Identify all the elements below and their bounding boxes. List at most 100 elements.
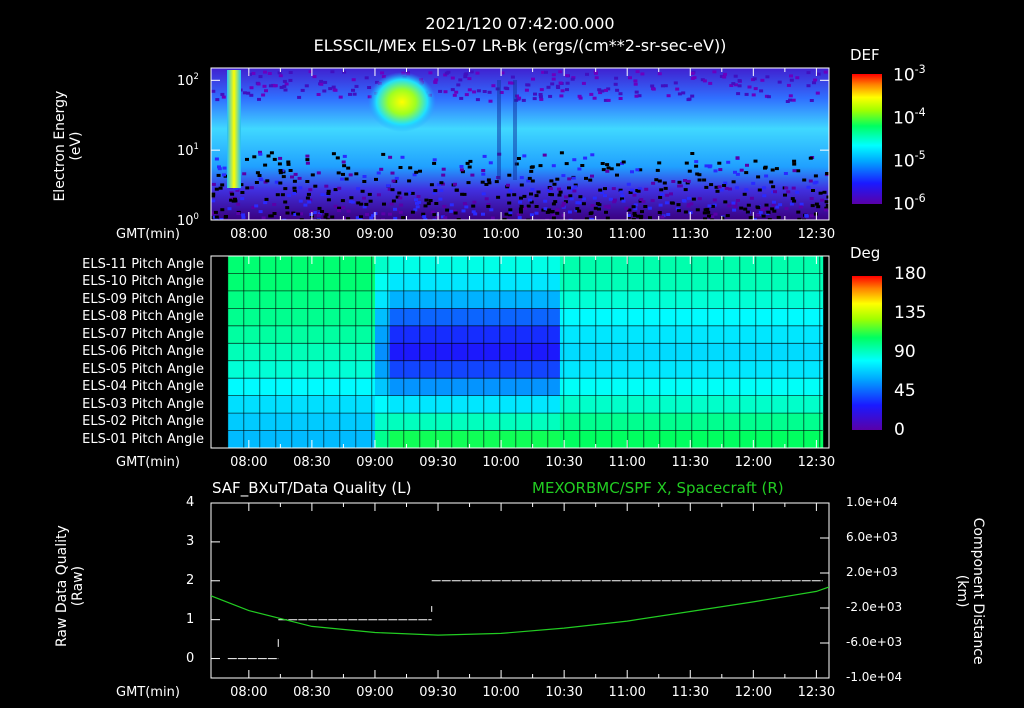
spectrogram-speckle [771, 185, 776, 189]
spectrogram-speckle [792, 162, 797, 166]
spectrogram-speckle [400, 155, 405, 159]
spectrogram-speckle [391, 179, 396, 183]
spectrogram-speckle [766, 95, 771, 99]
spectrogram-speckle [305, 158, 310, 162]
spectrogram-speckle [746, 203, 751, 207]
spectrogram-speckle [414, 198, 418, 202]
pitch-angle-cell [227, 378, 376, 397]
spectrogram-speckle [722, 184, 727, 187]
spectrogram-speckle [292, 186, 297, 190]
pitch-angle-row-label: ELS-06 Pitch Angle [82, 344, 204, 360]
spectrogram-speckle [278, 74, 283, 78]
spectrogram-speckle [336, 171, 341, 175]
spectrogram-speckle [388, 212, 392, 216]
spectrogram-speckle [432, 158, 437, 162]
spectrogram-speckle [616, 163, 621, 167]
gmt-axis-label: GMT(min) [116, 227, 180, 242]
spectrogram-speckle [362, 196, 366, 200]
spectrogram-speckle [704, 185, 709, 189]
spectrogram-speckle [717, 161, 722, 165]
spectrogram-speckle [360, 189, 365, 193]
spectrogram-speckle [397, 191, 402, 195]
spectrogram-speckle [278, 181, 283, 185]
spectrogram-speckle [288, 78, 293, 82]
spectrogram-speckle [481, 172, 486, 176]
spectrogram-speckle [618, 97, 623, 100]
spectrogram-speckle [660, 192, 665, 196]
spectrogram-speckle [322, 89, 327, 93]
spectrogram-speckle [304, 84, 309, 88]
spectrogram-speckle [218, 186, 223, 190]
spectrogram-speckle [815, 91, 820, 95]
spectrogram-speckle [211, 199, 216, 203]
spectrogram-speckle [687, 97, 692, 101]
spectrogram-speckle [297, 95, 302, 99]
spectrogram-speckle [603, 187, 607, 191]
spectrogram-speckle [608, 197, 613, 201]
spectrogram-speckle [795, 76, 800, 80]
spectrogram-speckle [695, 172, 700, 176]
spectrogram-speckle [211, 89, 216, 93]
spectrogram-speckle [766, 210, 771, 214]
def-colorbar-tick-label: 10-6 [893, 193, 926, 214]
spectrogram-speckle [452, 93, 457, 97]
spectrogram-speckle [533, 92, 537, 96]
spectrogram-speckle [519, 176, 524, 180]
spectrogram-speckle [312, 75, 317, 79]
spectrogram-speckle [809, 99, 814, 102]
spectrogram-speckle [630, 170, 634, 174]
spectrogram-speckle [703, 208, 708, 212]
spectrogram-speckle [683, 179, 687, 182]
spectrogram-speckle [593, 206, 598, 210]
spectrogram-speckle [655, 168, 660, 172]
spectrogram-speckle [666, 213, 671, 216]
spectrogram-speckle [731, 82, 736, 86]
spectrogram-speckle [582, 197, 586, 201]
spectrogram-speckle [735, 156, 740, 160]
spectrogram-speckle [549, 179, 554, 183]
spectrogram-speckle [809, 197, 814, 200]
pitch-angle-cell [227, 325, 376, 344]
spectrogram-speckle [638, 216, 643, 220]
spectrogram-speckle [211, 192, 216, 196]
spectrogram-speckle [589, 211, 594, 215]
spectrogram-speckle [743, 207, 748, 211]
data-quality-title: SAF_BXuT/Data Quality (L) [212, 479, 412, 497]
spectrogram-speckle [631, 205, 636, 209]
spectrogram-speckle [255, 171, 260, 175]
spectrogram-speckle [530, 188, 535, 191]
spectrogram-speckle [665, 193, 670, 197]
def-colorbar-tick-label-exponent: -3 [914, 63, 926, 76]
spectrogram-speckle [510, 75, 515, 79]
spectrogram-speckle [240, 191, 245, 194]
spectrogram-speckle [349, 196, 354, 200]
spectrogram-speckle [290, 175, 294, 179]
spectrogram-speckle [482, 154, 487, 158]
spectrogram-speckle [692, 76, 697, 80]
spectrogram-speckle [320, 210, 324, 213]
spectrogram-speckle [303, 203, 308, 207]
spectrogram-speckle [308, 188, 313, 192]
spectrogram-speckle [762, 194, 767, 198]
spectrogram-speckle [640, 210, 644, 214]
pitch-angle-row-label: ELS-02 Pitch Angle [82, 414, 204, 430]
spectrogram-speckle [560, 204, 565, 208]
spectrogram-speckle [376, 171, 381, 175]
deg-colorbar [852, 276, 882, 430]
spectrogram-speckle [441, 167, 446, 171]
spectrogram-speckle [393, 216, 398, 220]
spectrogram-speckle [481, 212, 485, 216]
spectrogram-speckle [364, 202, 369, 206]
spectrogram-speckle [261, 216, 266, 220]
spectrogram-speckle [416, 195, 421, 198]
spectrogram-speckle [220, 92, 225, 96]
spectrogram-speckle [340, 177, 344, 181]
spectrogram-speckle [278, 169, 283, 172]
spectrogram-speckle [687, 169, 692, 173]
spectrogram-speckle [783, 193, 787, 197]
spectrogram-speckle [519, 183, 524, 187]
spectrogram-speckle [621, 199, 626, 203]
spectrogram-speckle [263, 201, 268, 205]
spectrogram-speckle [430, 210, 435, 214]
spectrogram-speckle [747, 85, 752, 89]
